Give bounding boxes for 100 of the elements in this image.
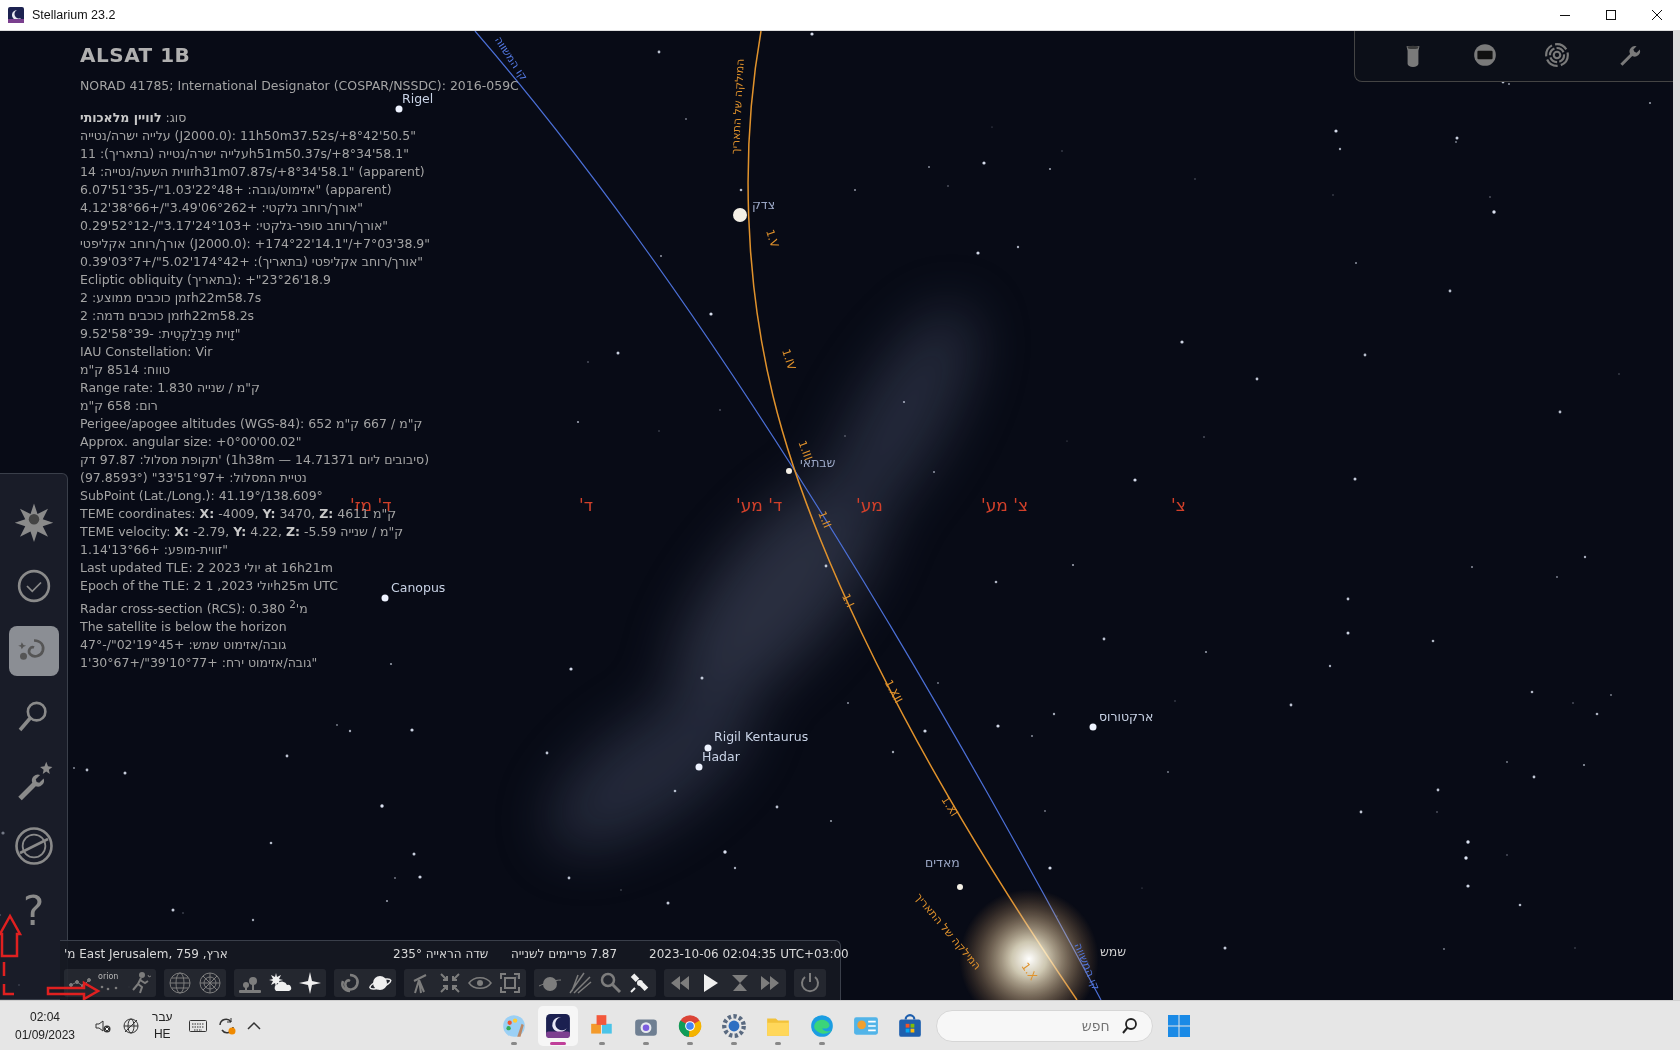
running-indicator (774, 1041, 781, 1045)
globe-icon[interactable] (122, 1016, 140, 1035)
spiral-icon (338, 971, 362, 995)
language-code: HE (153, 1027, 171, 1041)
star-dot (1648, 101, 1652, 105)
star-dot (1016, 245, 1020, 249)
minimize-icon (1560, 14, 1570, 16)
browser-icon (676, 1012, 703, 1039)
object-label: שמש (1100, 946, 1127, 959)
star-dot (418, 875, 422, 879)
star-dot (891, 750, 895, 754)
star-dot (1583, 555, 1587, 559)
star-dot (1334, 129, 1338, 133)
cardinal-label: ד' (579, 497, 593, 514)
star-dot (1492, 210, 1496, 214)
info-line: גובה/אזימוט שמש: +19°45'02"/-47° (80, 636, 287, 655)
palette-icon (500, 1012, 527, 1039)
keyboard-icon[interactable] (188, 1018, 207, 1033)
running-indicator (549, 1041, 566, 1045)
running-indicator (730, 1041, 737, 1045)
month-mark-label: 1.XII (882, 678, 904, 705)
ecliptic-label: המילקה של התאריך (912, 891, 983, 972)
star-dot (1180, 340, 1184, 344)
globe-grid-button[interactable] (166, 969, 194, 997)
star-dot (85, 768, 89, 772)
windows-logo-icon (1166, 1013, 1191, 1038)
star-dot (285, 754, 289, 758)
info-line: טווח: 8514 ק"מ (80, 361, 171, 379)
running-indicator (642, 1041, 649, 1045)
star-dot (1359, 810, 1363, 814)
star-dot (723, 850, 727, 854)
fullscreen-icon (498, 971, 522, 995)
date-time-text: 2023-10-06 02:04:35 UTC+03:00 (649, 947, 849, 963)
info-line: זווית-מופע: +13°66'1.14" (80, 541, 228, 559)
star-dot (657, 50, 661, 54)
compass-icon (12, 825, 55, 867)
star-dot (1353, 477, 1357, 481)
info-line: SubPoint (Lat./Long.): 41.19°/138.609° (80, 487, 323, 505)
star-icon (298, 971, 322, 995)
star-dot (567, 876, 571, 880)
object-label: Canopus (391, 582, 446, 595)
frame-button[interactable] (1471, 41, 1499, 69)
planet-dot (786, 468, 792, 474)
info-line: עלייה ישרה/נטייה (J2000.0): 11h50m37.52s/+8°42'50.5" (80, 127, 416, 145)
info-line: אזימוט/גובה: +22°48'1.03"/-51°35'6.07" (apparent) (80, 181, 392, 199)
globe-grid-icon (168, 971, 192, 995)
info-line: Perigee/apogee altitudes (WGS-84): 652 ק"מ / 667 ק"מ (80, 415, 423, 433)
star-dot (1328, 664, 1332, 668)
galaxy-button[interactable] (8, 626, 59, 676)
star-dot (1346, 631, 1350, 635)
cardinal-label: צ' מע' (981, 497, 1029, 514)
running-indicator (818, 1041, 825, 1045)
help-button[interactable]: ? (8, 886, 59, 936)
star-dot (171, 908, 175, 912)
star-dot (700, 676, 704, 680)
star-dot (1466, 840, 1470, 844)
chevron-up-icon[interactable] (246, 1020, 261, 1031)
planet-dot (733, 208, 747, 222)
info-line: סוג: לוויין מלאכותי (80, 109, 187, 127)
star-dot (1363, 353, 1367, 357)
star-dot (1, 831, 5, 835)
star-dot (1346, 597, 1350, 601)
info-line: Ecliptic obliquity (בתאריך): +"18.9'23°26 (80, 271, 331, 289)
star-dot (695, 763, 703, 771)
star-dot (1436, 788, 1440, 792)
sync-icon[interactable] (216, 1015, 237, 1036)
info-line: גובה/אזימוט ירח: +10°77'39"/+30°67'1" (80, 654, 318, 673)
star-dot (1102, 637, 1106, 641)
star-dot (709, 312, 713, 316)
info-line: Epoch of the TLE: 2 יולי 2023, 1h25m UTC (80, 577, 338, 595)
clock[interactable]: 02:04 01/09/2023 (10, 1009, 80, 1042)
target-button[interactable] (1543, 41, 1571, 69)
clock-time: 02:04 (30, 1009, 60, 1024)
clock-date: 01/09/2023 (14, 1027, 76, 1042)
constellation-labels-button[interactable]: orion (96, 969, 124, 997)
target-icon (1544, 42, 1570, 68)
star-dot (1595, 712, 1599, 716)
info-line: זווית השעה/נטייה: 14h31m07.87s/+8°34'58.1" (apparent) (80, 163, 425, 181)
moon-sky-icon (544, 1012, 571, 1039)
search-field[interactable]: חפש (935, 1009, 1153, 1042)
object-label: Hadar (702, 751, 740, 764)
gear-icon (720, 1012, 747, 1039)
star-dot (775, 805, 779, 809)
star-dot (1133, 478, 1137, 482)
star-dot (666, 901, 670, 905)
info-line: עלייה ישרה/נטייה (בתאריך): 11h51m50.37s/+8°34'58.1" (80, 145, 409, 163)
info-line: NORAD 41785; International Designator (COSPAR/NSSDC): 2016-059C (80, 78, 519, 93)
star-dot (1518, 903, 1522, 907)
store-bag-icon (896, 1012, 923, 1039)
search-icon (598, 971, 622, 995)
star-dot (829, 819, 833, 823)
taskbar-app-button[interactable] (537, 1005, 578, 1046)
star-dot (1048, 866, 1052, 870)
star-dot (1223, 946, 1227, 950)
cardinal-label: צ' (1171, 497, 1186, 514)
star-dot (902, 400, 906, 404)
star-dot (348, 729, 352, 733)
object-label: Rigel (402, 93, 434, 106)
star-dot (810, 32, 814, 36)
radial-grid-button[interactable] (196, 969, 224, 997)
